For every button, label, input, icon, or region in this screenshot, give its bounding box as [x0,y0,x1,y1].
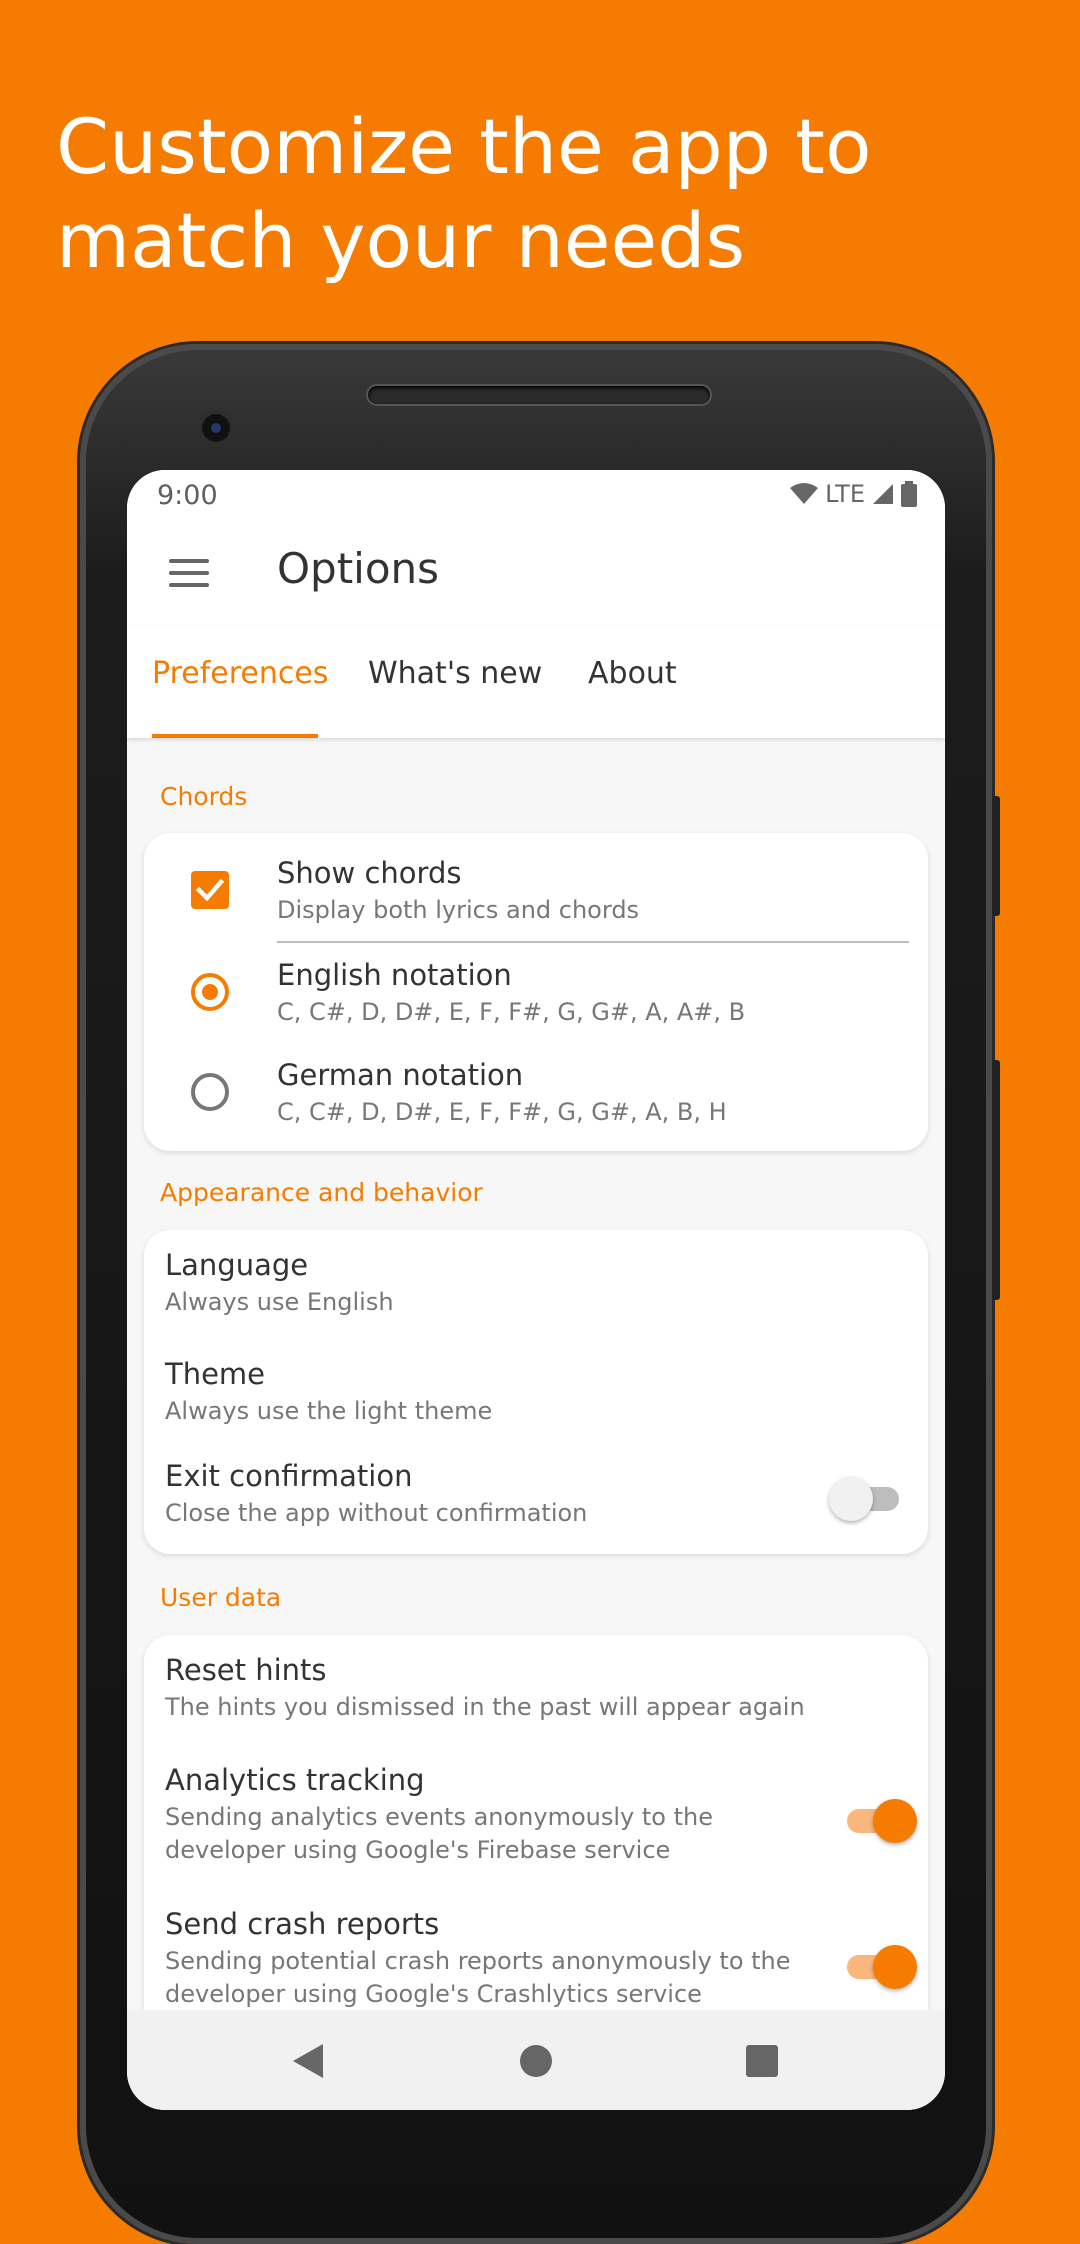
german-notation-title: German notation [277,1058,524,1092]
tab-whats-new[interactable]: What's new [368,656,542,691]
exit-confirmation-toggle[interactable] [829,1477,903,1521]
show-chords-title: Show chords [277,856,462,890]
battery-icon [901,481,917,507]
exit-confirmation-subtitle: Close the app without confirmation [165,1499,588,1527]
headline-line-2: match your needs [56,196,746,285]
recents-icon[interactable] [745,2044,779,2078]
theme-setting[interactable]: Theme Always use the light theme [144,1334,928,1442]
section-header-appearance: Appearance and behavior [160,1178,483,1207]
phone-speaker [368,386,710,404]
appearance-card: Language Always use English Theme Always… [144,1230,928,1554]
german-notation-radio[interactable] [191,1073,229,1111]
crash-reports-setting[interactable]: Send crash reports Sending potential cra… [144,1883,928,2027]
reset-hints-setting[interactable]: Reset hints The hints you dismissed in t… [144,1635,928,1739]
tab-preferences[interactable]: Preferences [152,656,328,691]
cell-signal-icon [873,484,893,504]
phone-screen: 9:00 LTE Options Preferences What's new … [127,470,945,2110]
language-subtitle: Always use English [165,1288,394,1316]
phone-volume-button [992,1060,1000,1300]
analytics-title: Analytics tracking [165,1763,425,1797]
english-notation-radio[interactable] [191,973,229,1011]
status-bar: 9:00 LTE [127,470,945,522]
german-notation-subtitle: C, C#, D, D#, E, F, F#, G, G#, A, B, H [277,1098,727,1126]
status-icons: LTE [789,480,917,508]
show-chords-checkbox[interactable] [191,871,229,909]
show-chords-subtitle: Display both lyrics and chords [277,896,640,924]
section-header-chords: Chords [160,782,248,811]
crash-reports-subtitle-line2: developer using Google's Crashlytics ser… [165,1980,702,2008]
reset-hints-subtitle: The hints you dismissed in the past will… [165,1693,805,1721]
app-bar: Options [127,522,945,626]
theme-title: Theme [165,1357,266,1391]
tab-bar: Preferences What's new About [127,626,945,738]
english-notation-title: English notation [277,958,512,992]
reset-hints-title: Reset hints [165,1653,327,1687]
analytics-setting[interactable]: Analytics tracking Sending analytics eve… [144,1739,928,1883]
active-tab-indicator [152,734,318,738]
tab-about[interactable]: About [588,656,677,691]
page-title: Options [277,544,440,593]
exit-confirmation-setting[interactable]: Exit confirmation Close the app without … [144,1442,928,1554]
exit-confirmation-title: Exit confirmation [165,1459,413,1493]
crash-reports-toggle[interactable] [843,1945,917,1989]
section-header-user-data: User data [160,1583,282,1612]
analytics-subtitle-line1: Sending analytics events anonymously to … [165,1803,713,1831]
home-icon[interactable] [519,2044,553,2078]
analytics-toggle[interactable] [843,1799,917,1843]
network-label: LTE [825,480,865,508]
headline-line-1: Customize the app to [56,102,872,191]
language-setting[interactable]: Language Always use English [144,1230,928,1334]
chords-divider [277,941,909,943]
english-notation-subtitle: C, C#, D, D#, E, F, F#, G, G#, A, A#, B [277,998,746,1026]
front-camera [202,414,230,442]
back-icon[interactable] [291,2042,325,2080]
crash-reports-title: Send crash reports [165,1907,440,1941]
promo-headline: Customize the app to match your needs [56,100,1036,288]
crash-reports-subtitle-line1: Sending potential crash reports anonymou… [165,1947,791,1975]
wifi-icon [790,483,819,504]
chords-card: Show chords Display both lyrics and chor… [144,833,928,1151]
system-nav-bar [127,2010,945,2110]
phone-side-button [992,796,1000,916]
status-time: 9:00 [157,480,218,511]
theme-subtitle: Always use the light theme [165,1397,493,1425]
language-title: Language [165,1248,309,1282]
checkmark-icon [195,878,225,902]
hamburger-menu-icon[interactable] [169,559,209,589]
analytics-subtitle-line2: developer using Google's Firebase servic… [165,1836,671,1864]
